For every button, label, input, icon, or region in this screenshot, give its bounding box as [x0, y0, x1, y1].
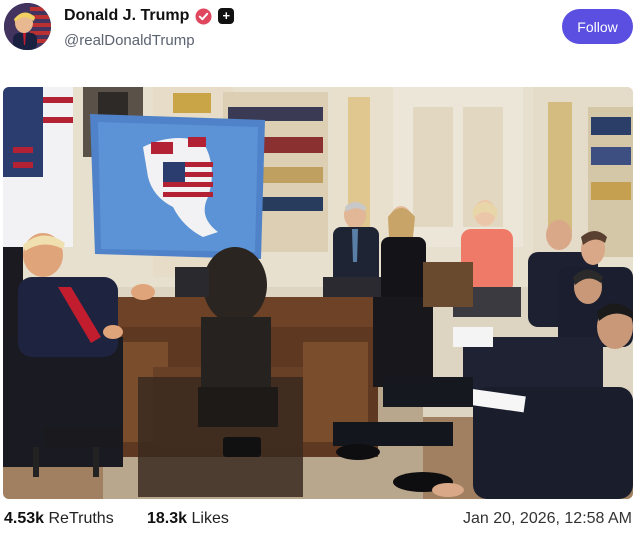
- post-stats: 4.53k ReTruths 18.3k Likes Jan 20, 2026,…: [0, 510, 636, 534]
- author-row: Donald J. Trump +: [64, 7, 235, 25]
- post-timestamp[interactable]: Jan 20, 2026, 12:58 AM: [463, 510, 632, 528]
- likes-label: Likes: [191, 510, 229, 527]
- plus-badge-icon: +: [218, 8, 235, 24]
- likes-count: 18.3k: [147, 510, 188, 527]
- handle[interactable]: @realDonaldTrump: [64, 32, 195, 49]
- verified-icon: [195, 8, 212, 25]
- avatar[interactable]: [4, 3, 51, 50]
- display-name[interactable]: Donald J. Trump: [64, 7, 189, 25]
- likes-stat[interactable]: 18.3k Likes: [147, 510, 229, 528]
- retruths-stat[interactable]: 4.53k ReTruths: [4, 510, 114, 528]
- retruths-label: ReTruths: [48, 510, 114, 527]
- retruths-count: 4.53k: [4, 510, 45, 527]
- post-image[interactable]: [3, 87, 633, 499]
- post-header: Donald J. Trump + @realDonaldTrump Follo…: [0, 0, 636, 80]
- follow-button[interactable]: Follow: [562, 9, 633, 44]
